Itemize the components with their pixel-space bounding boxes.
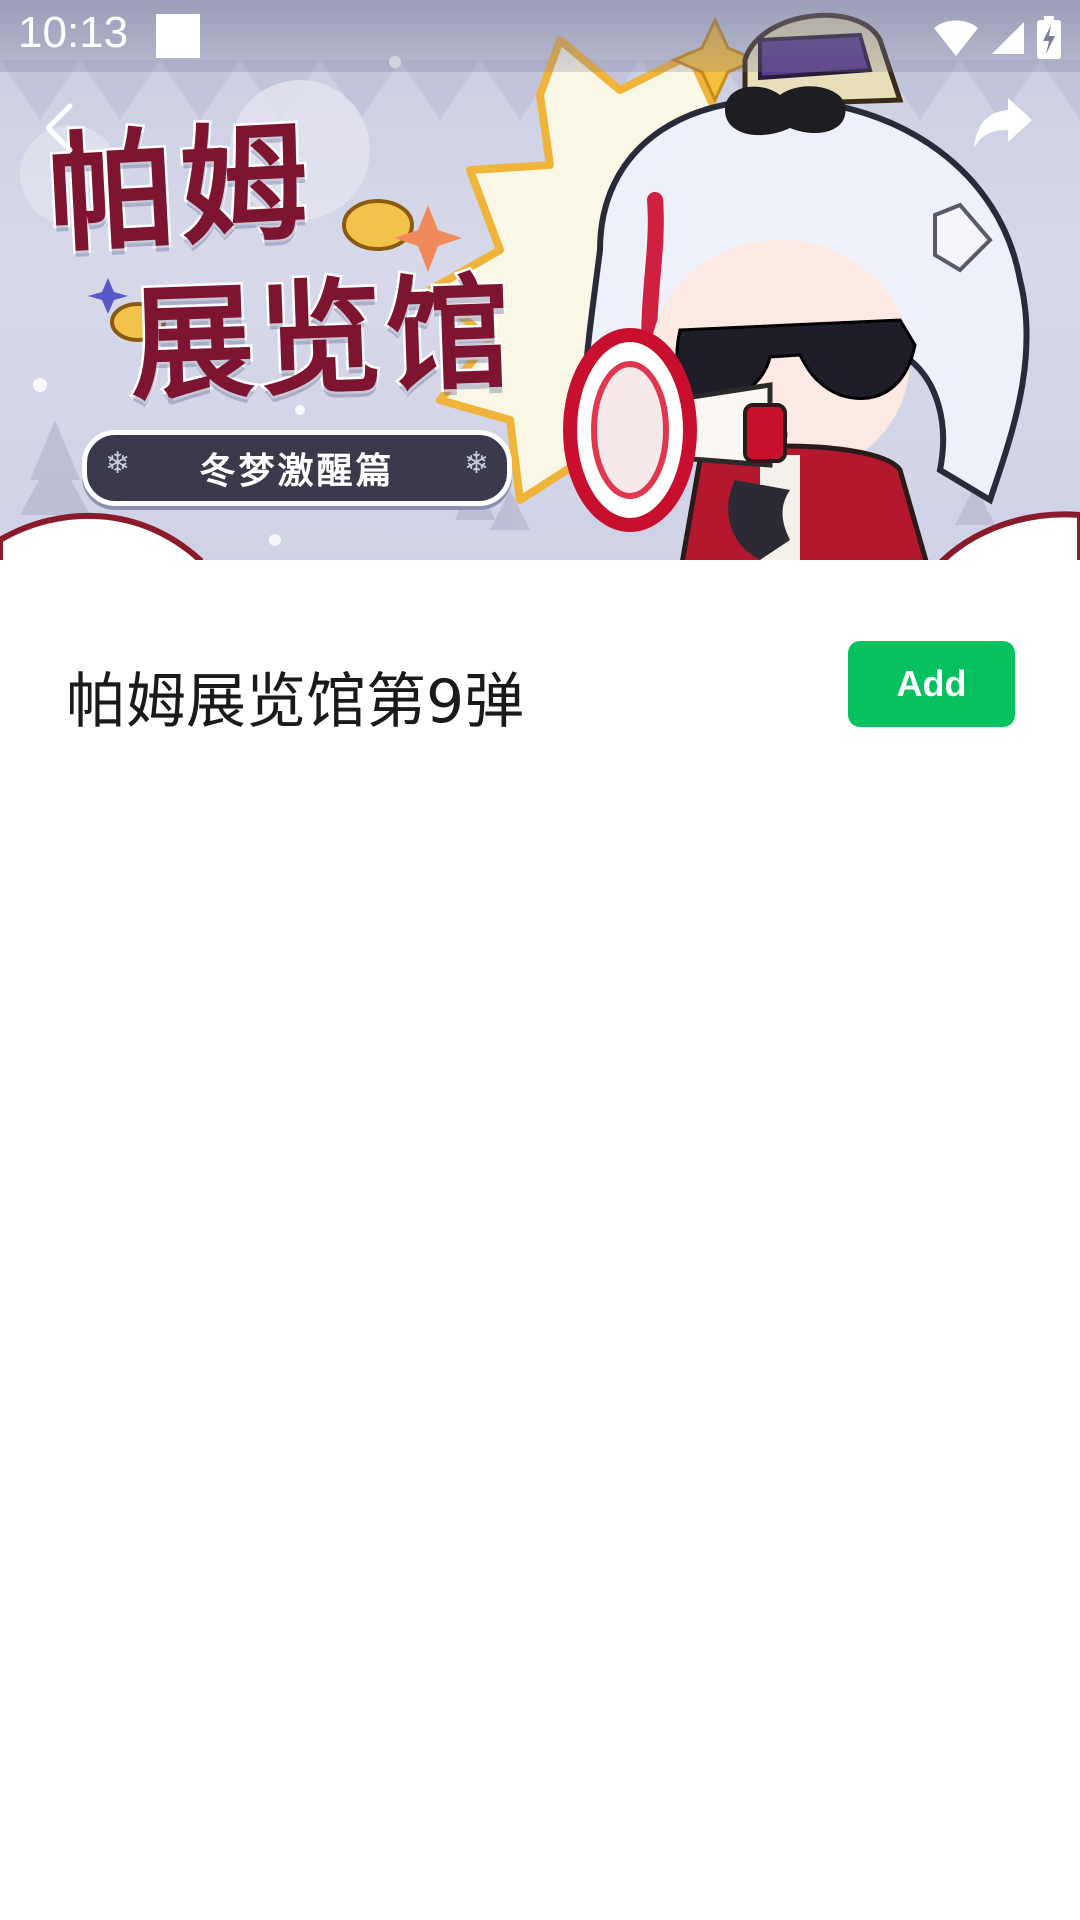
wifi-icon (934, 20, 978, 56)
sticker-detail-screen: 帕姆 展览馆 ❄ 冬梦激醒篇 ❄ 10:13 帕姆展览馆第9弹 Add (0, 0, 1080, 1920)
banner-subtitle-pill: ❄ 冬梦激醒篇 ❄ (82, 430, 512, 506)
banner-subtitle: 冬梦激醒篇 (199, 451, 395, 492)
cell-signal-icon (992, 22, 1024, 54)
sticker-pack-header: 帕姆展览馆第9弹 Add (0, 575, 1080, 795)
banner-title-line-2: 展览馆 (125, 259, 519, 421)
snowflake-icon: ❄ (105, 446, 131, 481)
share-arrow-icon[interactable] (972, 94, 1034, 150)
add-button[interactable]: Add (848, 641, 1015, 727)
battery-icon (1037, 16, 1061, 59)
status-bar: 10:13 (0, 0, 1080, 72)
sticker-pack-title: 帕姆展览馆第9弹 (66, 667, 525, 737)
banner-title-line-1: 帕姆 (42, 106, 318, 274)
snowflake-icon: ❄ (463, 446, 489, 481)
status-time: 10:13 (18, 8, 129, 57)
status-icons (932, 14, 1062, 62)
notification-icon (156, 14, 200, 58)
sticker-banner: 帕姆 展览馆 ❄ 冬梦激醒篇 ❄ (0, 0, 1080, 575)
chevron-left-icon[interactable] (36, 100, 84, 156)
